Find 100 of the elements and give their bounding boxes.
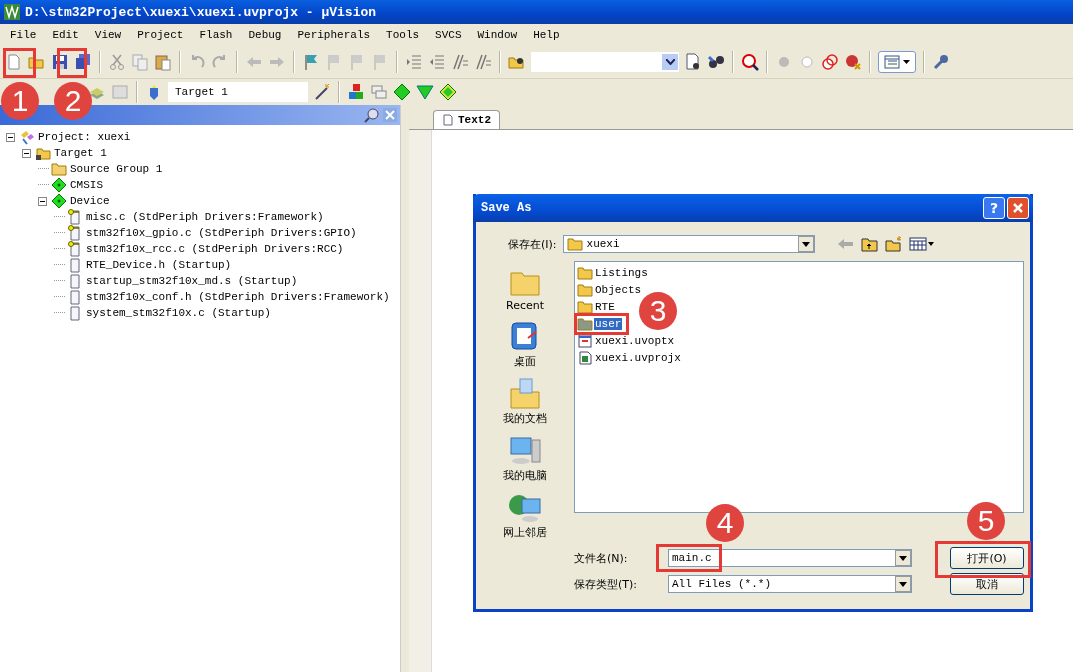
- window-layout-icon[interactable]: [884, 55, 900, 69]
- folder-icon: [566, 237, 583, 251]
- file-icon: [67, 305, 83, 321]
- list-entry[interactable]: RTE: [594, 300, 616, 313]
- editor-tab[interactable]: Text2: [433, 110, 500, 129]
- diamond-icon[interactable]: [393, 83, 411, 101]
- list-entry[interactable]: Listings: [594, 266, 649, 279]
- dropdown-arrow-icon[interactable]: [899, 581, 907, 587]
- caret-icon[interactable]: [903, 60, 910, 64]
- app-logo-icon: [4, 4, 20, 20]
- place-label[interactable]: 我的文档: [503, 411, 547, 426]
- dropdown-arrow-icon[interactable]: [801, 241, 810, 247]
- close-icon[interactable]: [1012, 202, 1024, 214]
- menu-item[interactable]: Window: [469, 29, 526, 41]
- tree-item[interactable]: misc.c (StdPeriph Drivers:Framework): [85, 211, 325, 223]
- menu-item[interactable]: File: [2, 29, 45, 41]
- close-icon[interactable]: [383, 108, 397, 122]
- file-type-label: 保存类型(T):: [574, 576, 638, 592]
- overlapping-circles-icon[interactable]: [821, 53, 839, 71]
- find-document-icon[interactable]: [684, 53, 702, 71]
- nested-diamond-icon[interactable]: [439, 83, 457, 101]
- menu-item[interactable]: SVCS: [427, 29, 470, 41]
- look-in-label: 保存在(I):: [508, 236, 557, 252]
- cut-icon[interactable]: [108, 53, 126, 71]
- tree-item[interactable]: stm32f10x_gpio.c (StdPeriph Drivers:GPIO): [85, 227, 358, 239]
- document-icon: [442, 114, 454, 126]
- folder-icon: [51, 161, 67, 177]
- caret-icon[interactable]: [927, 242, 934, 246]
- diamond-icon: [51, 193, 67, 209]
- new-folder-icon[interactable]: [884, 236, 903, 252]
- open-button[interactable]: 打开(O): [950, 547, 1024, 569]
- tree-item[interactable]: Target 1: [53, 147, 108, 159]
- tree-item[interactable]: CMSIS: [69, 179, 104, 191]
- highlight-frame: [57, 48, 87, 78]
- place-label[interactable]: 我的电脑: [503, 468, 547, 483]
- list-entry[interactable]: xuexi.uvoptx: [594, 334, 676, 347]
- comment-icon[interactable]: [451, 53, 469, 71]
- debug-icon[interactable]: [741, 53, 759, 71]
- highlight-frame: [656, 544, 722, 572]
- new-file-icon[interactable]: [5, 53, 23, 71]
- menu-item[interactable]: Tools: [378, 29, 428, 41]
- funnel-icon[interactable]: [416, 83, 434, 101]
- project-icon: [19, 129, 35, 145]
- menu-item[interactable]: View: [86, 29, 130, 41]
- collapse-toggle[interactable]: [6, 132, 17, 142]
- tree-item[interactable]: startup_stm32f10x_md.s (Startup): [85, 275, 299, 287]
- tree-item[interactable]: Project: xuexi: [37, 131, 132, 143]
- file-icon: [67, 289, 83, 305]
- file-type-combobox[interactable]: All Files (*.*): [668, 575, 912, 593]
- binoculars-icon[interactable]: [707, 53, 725, 71]
- window-title: D:\stm32Project\xuexi\xuexi.uvprojx - µVision: [25, 4, 377, 20]
- tree-item[interactable]: RTE_Device.h (Startup): [85, 259, 233, 271]
- magic-wand-icon[interactable]: [313, 83, 331, 101]
- file-name-label: 文件名(N):: [574, 550, 629, 566]
- tree-item[interactable]: Source Group 1: [69, 163, 164, 175]
- place-label[interactable]: Recent: [506, 299, 544, 312]
- folder-icon: [577, 299, 593, 314]
- menu-item[interactable]: Project: [129, 29, 192, 41]
- flag-icon[interactable]: [302, 53, 320, 71]
- target-combobox[interactable]: Target 1: [168, 82, 308, 102]
- tree-item[interactable]: stm32f10x_rcc.c (StdPeriph Drivers:RCC): [85, 243, 345, 255]
- look-in-combobox[interactable]: xuexi: [562, 235, 815, 253]
- menu-item[interactable]: Help: [525, 29, 568, 41]
- tree-item[interactable]: stm32f10x_conf.h (StdPeriph Drivers:Framework): [85, 291, 391, 303]
- help-button[interactable]: ?: [983, 197, 1005, 219]
- blocks-icon[interactable]: [347, 83, 365, 101]
- highlight-frame: [574, 313, 629, 335]
- menu-item[interactable]: Peripherals: [289, 29, 379, 41]
- dot-cross-icon[interactable]: [844, 53, 862, 71]
- list-entry[interactable]: user: [594, 317, 623, 330]
- menu-item[interactable]: Edit: [44, 29, 87, 41]
- uncomment-icon[interactable]: [474, 53, 492, 71]
- tree-item[interactable]: system_stm32f10x.c (Startup): [85, 307, 272, 319]
- folder-icon: [577, 316, 593, 331]
- diamond-icon: [51, 177, 67, 193]
- key-file-icon: [67, 225, 83, 241]
- key-file-icon: [67, 241, 83, 257]
- wrench-icon[interactable]: [932, 53, 950, 71]
- list-entry[interactable]: xuexi.uvprojx: [594, 351, 682, 364]
- dropdown-arrow-icon[interactable]: [899, 555, 907, 561]
- place-label[interactable]: 桌面: [514, 354, 536, 369]
- save-all-icon[interactable]: [74, 53, 92, 71]
- menu-item[interactable]: Debug: [240, 29, 290, 41]
- tree-item[interactable]: Device: [69, 195, 111, 207]
- highlight-frame: [3, 48, 36, 78]
- paste-icon[interactable]: [154, 53, 172, 71]
- windows-icon[interactable]: [370, 83, 388, 101]
- up-folder-icon[interactable]: [860, 236, 879, 252]
- pin-icon[interactable]: [364, 107, 380, 123]
- collapse-toggle[interactable]: [38, 196, 49, 206]
- folder-icon: [577, 265, 593, 280]
- menu-item[interactable]: Flash: [191, 29, 241, 41]
- dialog-title: Save As: [481, 201, 532, 215]
- file-icon: [67, 273, 83, 289]
- step-marker: 2: [54, 82, 92, 120]
- file-name-field[interactable]: main.c: [668, 549, 912, 567]
- view-menu-button[interactable]: [908, 237, 934, 251]
- place-label[interactable]: 网上邻居: [503, 525, 547, 540]
- project-file-icon: [577, 350, 593, 365]
- collapse-toggle[interactable]: [22, 148, 33, 158]
